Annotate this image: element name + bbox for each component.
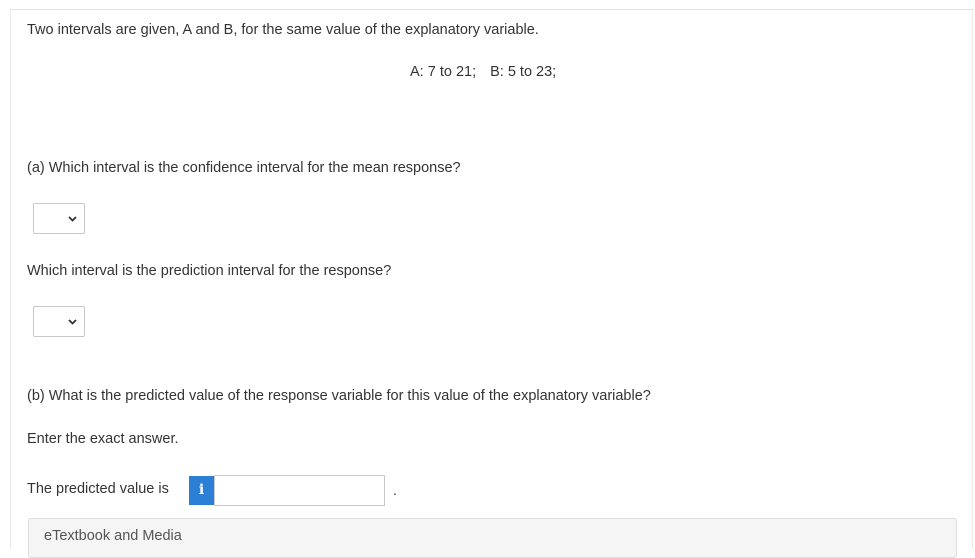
chevron-down-icon <box>68 216 77 222</box>
intervals-line: A: 7 to 21; B: 5 to 23; <box>410 63 556 81</box>
exact-answer-note: Enter the exact answer. <box>27 431 179 447</box>
question-intro: Two intervals are given, A and B, for th… <box>27 22 539 38</box>
part-a-question: (a) Which interval is the confidence int… <box>27 160 461 176</box>
etextbook-media-label: eTextbook and Media <box>44 528 182 544</box>
chevron-down-icon <box>68 319 77 325</box>
part-a-followup-question: Which interval is the prediction interva… <box>27 263 392 279</box>
prediction-interval-dropdown[interactable] <box>33 306 85 337</box>
interval-a: A: 7 to 21; <box>410 64 477 80</box>
confidence-interval-dropdown[interactable] <box>33 203 85 234</box>
interval-b: B: 5 to 23; <box>490 64 557 80</box>
period-text: . <box>393 482 397 498</box>
predicted-value-input[interactable] <box>214 475 385 506</box>
predicted-value-label: The predicted value is <box>27 481 169 497</box>
etextbook-media-panel[interactable]: eTextbook and Media <box>28 518 957 558</box>
part-b-question: (b) What is the predicted value of the r… <box>27 388 651 404</box>
info-icon[interactable]: i <box>189 476 214 505</box>
